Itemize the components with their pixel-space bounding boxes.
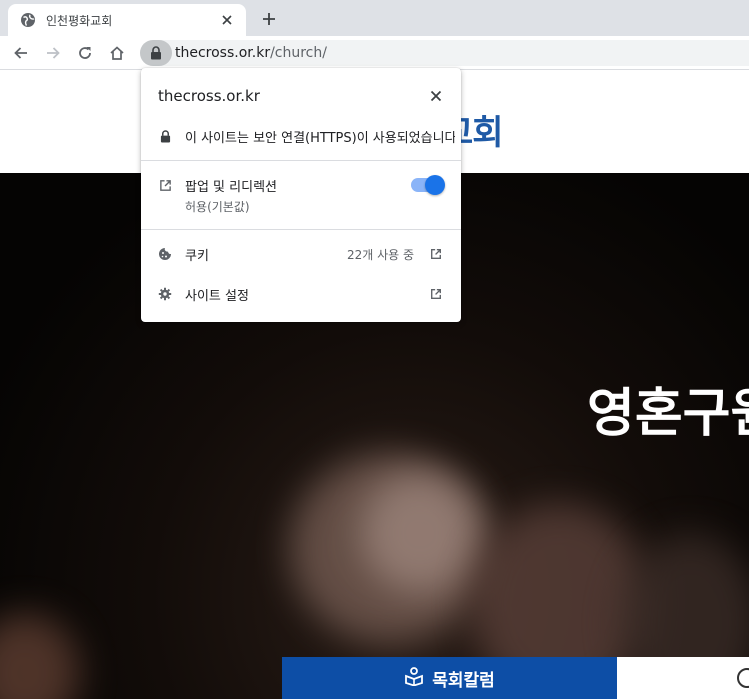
site-settings-row[interactable]: 사이트 설정 [141, 285, 461, 304]
pastor-column-label: 목회칼럼 [432, 670, 495, 691]
popup-divider [141, 160, 461, 161]
hero-blur-left [0, 613, 80, 699]
globe-icon [20, 12, 36, 28]
url-text: thecross.or.kr/church/ [175, 45, 327, 61]
close-icon[interactable] [218, 11, 236, 29]
reload-icon[interactable] [73, 41, 97, 65]
secondary-tab[interactable] [617, 657, 749, 699]
browser-toolbar: thecross.or.kr/church/ [0, 36, 749, 70]
plus-icon[interactable] [258, 8, 280, 30]
cookies-count: 22개 사용 중 [347, 247, 415, 262]
gear-icon [157, 286, 173, 302]
popup-title: thecross.or.kr [158, 87, 260, 105]
book-icon [404, 666, 424, 690]
tab-title: 인천평화교회 [46, 13, 113, 28]
popups-label: 팝업 및 리디렉션 [185, 179, 277, 195]
connection-row[interactable]: 이 사이트는 보안 연결(HTTPS)이 사용되었습니다. [141, 126, 461, 146]
tab-strip: 인천평화교회 [0, 0, 749, 36]
popups-sublabel: 허용(기본값) [185, 200, 250, 214]
hero-headline: 영혼구원 [587, 384, 749, 444]
connection-text: 이 사이트는 보안 연결(HTTPS)이 사용되었습니다. [185, 130, 455, 146]
cookies-label: 쿠키 [185, 248, 209, 264]
popup-divider [141, 229, 461, 230]
cookies-row[interactable]: 쿠키 22개 사용 중 [141, 245, 461, 264]
hero-blur-highlight [360, 473, 480, 593]
address-bar[interactable]: thecross.or.kr/church/ [140, 40, 749, 66]
lock-icon [157, 128, 173, 144]
external-link-icon[interactable] [429, 287, 443, 301]
external-link-icon[interactable] [429, 247, 443, 261]
pastor-column-tab[interactable]: 목회칼럼 [282, 657, 617, 699]
external-link-icon [157, 177, 173, 193]
toggle-knob [425, 175, 445, 195]
home-icon[interactable] [105, 41, 129, 65]
arrow-left-icon[interactable] [9, 41, 33, 65]
circle-icon [737, 668, 749, 688]
site-settings-label: 사이트 설정 [185, 288, 249, 304]
url-path: /church/ [270, 45, 327, 61]
site-info-popup: thecross.or.kr 이 사이트는 보안 연결(HTTPS)이 사용되었… [141, 68, 461, 322]
cookie-icon [157, 246, 173, 262]
browser-tab[interactable]: 인천평화교회 [8, 4, 246, 36]
close-icon[interactable] [427, 87, 445, 105]
popups-toggle[interactable] [411, 175, 445, 195]
lock-icon[interactable] [140, 40, 172, 66]
arrow-right-icon[interactable] [41, 41, 65, 65]
url-host: thecross.or.kr [175, 45, 271, 61]
